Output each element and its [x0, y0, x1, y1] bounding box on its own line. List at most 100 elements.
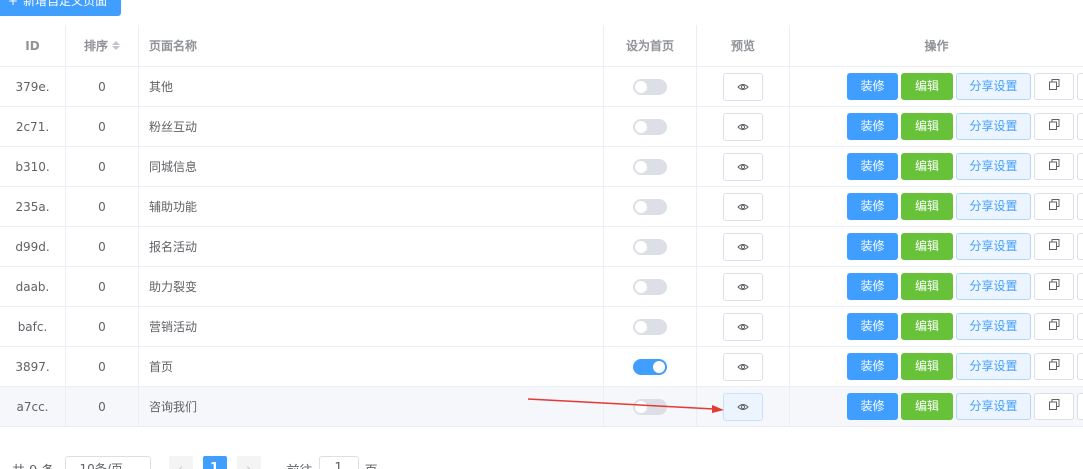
cell-preview — [697, 307, 790, 346]
more-button[interactable] — [1077, 393, 1083, 420]
preview-button[interactable] — [723, 392, 763, 421]
more-button[interactable] — [1077, 153, 1083, 180]
eye-icon — [737, 320, 749, 334]
copy-icon — [1048, 353, 1060, 380]
more-button[interactable] — [1077, 233, 1083, 260]
cell-page-name: 营销活动 — [139, 307, 604, 346]
share-settings-button[interactable]: 分享设置 — [956, 393, 1031, 420]
table-row: a7cc. 0 咨询我们 装修 编辑 分享设置 — [0, 387, 1083, 427]
share-settings-button[interactable]: 分享设置 — [956, 73, 1031, 100]
cell-set-home — [604, 107, 697, 146]
preview-button[interactable] — [723, 112, 763, 141]
set-home-switch[interactable] — [633, 158, 667, 175]
header-name: 页面名称 — [139, 25, 604, 66]
decorate-button[interactable]: 装修 — [847, 353, 898, 380]
share-settings-button[interactable]: 分享设置 — [956, 233, 1031, 260]
edit-button[interactable]: 编辑 — [901, 313, 953, 340]
copy-button[interactable] — [1034, 193, 1074, 220]
cell-sort: 0 — [66, 307, 139, 346]
cell-id: bafc. — [0, 307, 66, 346]
set-home-switch[interactable] — [633, 318, 667, 335]
preview-button[interactable] — [723, 152, 763, 181]
header-sort[interactable]: 排序 — [66, 25, 139, 66]
decorate-button[interactable]: 装修 — [847, 193, 898, 220]
more-button[interactable] — [1077, 313, 1083, 340]
more-button[interactable] — [1077, 73, 1083, 100]
cell-actions: 装修 编辑 分享设置 — [790, 267, 1083, 306]
decorate-button[interactable]: 装修 — [847, 273, 898, 300]
preview-button[interactable] — [723, 72, 763, 101]
copy-icon — [1048, 153, 1060, 180]
set-home-switch[interactable] — [633, 398, 667, 415]
next-page-button[interactable]: › — [236, 456, 261, 469]
cell-actions: 装修 编辑 分享设置 — [790, 107, 1083, 146]
share-settings-button[interactable]: 分享设置 — [956, 313, 1031, 340]
more-button[interactable] — [1077, 113, 1083, 140]
share-settings-button[interactable]: 分享设置 — [956, 273, 1031, 300]
preview-button[interactable] — [723, 232, 763, 261]
copy-icon — [1048, 73, 1060, 100]
preview-button[interactable] — [723, 272, 763, 301]
table-row: 2c71. 0 粉丝互动 装修 编辑 分享设置 — [0, 107, 1083, 147]
copy-button[interactable] — [1034, 153, 1074, 180]
decorate-button[interactable]: 装修 — [847, 233, 898, 260]
preview-button[interactable] — [723, 352, 763, 381]
decorate-button[interactable]: 装修 — [847, 313, 898, 340]
cell-set-home — [604, 387, 697, 426]
cell-actions: 装修 编辑 分享设置 — [790, 67, 1083, 106]
set-home-switch[interactable] — [633, 118, 667, 135]
copy-button[interactable] — [1034, 313, 1074, 340]
edit-button[interactable]: 编辑 — [901, 153, 953, 180]
share-settings-button[interactable]: 分享设置 — [956, 353, 1031, 380]
cell-preview — [697, 107, 790, 146]
edit-button[interactable]: 编辑 — [901, 353, 953, 380]
edit-button[interactable]: 编辑 — [901, 73, 953, 100]
set-home-switch[interactable] — [633, 278, 667, 295]
set-home-switch[interactable] — [633, 78, 667, 95]
decorate-button[interactable]: 装修 — [847, 73, 898, 100]
set-home-switch[interactable] — [633, 358, 667, 375]
edit-button[interactable]: 编辑 — [901, 193, 953, 220]
set-home-switch[interactable] — [633, 238, 667, 255]
cell-id: a7cc. — [0, 387, 66, 426]
decorate-button[interactable]: 装修 — [847, 393, 898, 420]
cell-page-name: 辅助功能 — [139, 187, 604, 226]
goto-page-input[interactable]: 1 — [318, 456, 359, 469]
edit-button[interactable]: 编辑 — [901, 233, 953, 260]
preview-button[interactable] — [723, 312, 763, 341]
cell-actions: 装修 编辑 分享设置 — [790, 307, 1083, 346]
add-custom-page-button[interactable]: + 新增自定义页面 — [0, 0, 121, 16]
copy-button[interactable] — [1034, 113, 1074, 140]
more-button[interactable] — [1077, 353, 1083, 380]
copy-button[interactable] — [1034, 273, 1074, 300]
share-settings-button[interactable]: 分享设置 — [956, 153, 1031, 180]
set-home-switch[interactable] — [633, 198, 667, 215]
copy-button[interactable] — [1034, 233, 1074, 260]
copy-button[interactable] — [1034, 353, 1074, 380]
sort-caret-icon[interactable] — [112, 41, 120, 50]
decorate-button[interactable]: 装修 — [847, 153, 898, 180]
edit-button[interactable]: 编辑 — [901, 113, 953, 140]
copy-icon — [1048, 113, 1060, 140]
share-settings-button[interactable]: 分享设置 — [956, 193, 1031, 220]
prev-page-button[interactable]: ‹ — [168, 456, 193, 469]
cell-sort: 0 — [66, 67, 139, 106]
copy-icon — [1048, 233, 1060, 260]
decorate-button[interactable]: 装修 — [847, 113, 898, 140]
page-size-select[interactable]: 10条/页 — [64, 456, 151, 469]
pagination: 共 9 条 10条/页 ‹ 1 › 前往 1 页 — [0, 456, 1083, 469]
table-row: b310. 0 同城信息 装修 编辑 分享设置 — [0, 147, 1083, 187]
more-button[interactable] — [1077, 273, 1083, 300]
copy-button[interactable] — [1034, 73, 1074, 100]
more-button[interactable] — [1077, 193, 1083, 220]
preview-button[interactable] — [723, 192, 763, 221]
share-settings-button[interactable]: 分享设置 — [956, 113, 1031, 140]
page-number-current[interactable]: 1 — [202, 456, 227, 469]
cell-actions: 装修 编辑 分享设置 — [790, 347, 1083, 386]
cell-sort: 0 — [66, 187, 139, 226]
table-row: 379e. 0 其他 装修 编辑 分享设置 — [0, 67, 1083, 107]
edit-button[interactable]: 编辑 — [901, 273, 953, 300]
copy-button[interactable] — [1034, 393, 1074, 420]
edit-button[interactable]: 编辑 — [901, 393, 953, 420]
cell-id: 3897. — [0, 347, 66, 386]
